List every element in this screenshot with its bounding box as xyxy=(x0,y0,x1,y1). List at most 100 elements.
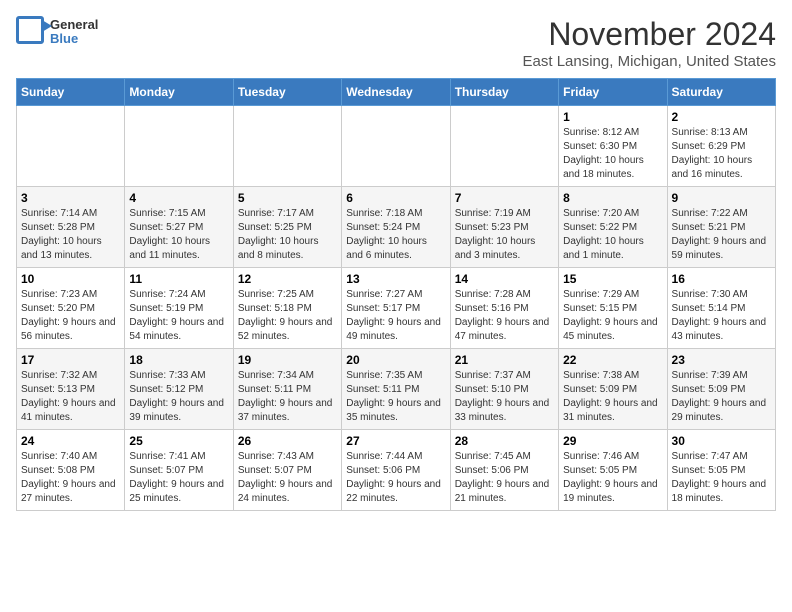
day-header-saturday: Saturday xyxy=(667,79,775,106)
logo-general: General xyxy=(50,18,98,32)
calendar-cell: 10 Sunrise: 7:23 AM Sunset: 5:20 PM Dayli… xyxy=(17,268,125,349)
month-title: November 2024 xyxy=(523,16,776,53)
day-number: 17 xyxy=(21,353,120,367)
calendar-cell: 9 Sunrise: 7:22 AM Sunset: 5:21 PM Daylig… xyxy=(667,187,775,268)
calendar-cell: 6Sunrise: 7:18 AM Sunset: 5:24 PM Daylig… xyxy=(342,187,450,268)
calendar-cell: 4 Sunrise: 7:15 AM Sunset: 5:27 PM Daylig… xyxy=(125,187,233,268)
day-number: 22 xyxy=(563,353,662,367)
location-title: East Lansing, Michigan, United States xyxy=(523,53,776,70)
logo: General Blue xyxy=(16,16,98,48)
day-info: Sunrise: 7:24 AM Sunset: 5:19 PM Dayligh… xyxy=(129,288,228,344)
day-number: 10 xyxy=(21,272,120,286)
day-number: 30 xyxy=(672,434,771,448)
day-number: 2 xyxy=(672,110,771,124)
calendar-cell: 15 Sunrise: 7:29 AM Sunset: 5:15 PM Dayli… xyxy=(559,268,667,349)
day-info: Sunrise: 7:15 AM Sunset: 5:27 PM Dayligh… xyxy=(129,207,228,263)
day-number: 4 xyxy=(129,191,228,205)
calendar-week-4: 17 Sunrise: 7:32 AM Sunset: 5:13 PM Dayli… xyxy=(17,349,776,430)
day-info: Sunrise: 7:45 AM Sunset: 5:06 PM Dayligh… xyxy=(455,450,554,506)
day-number: 19 xyxy=(238,353,337,367)
calendar-cell xyxy=(17,106,125,187)
day-info: Sunrise: 8:12 AM Sunset: 6:30 PM Dayligh… xyxy=(563,126,662,182)
calendar-cell xyxy=(450,106,558,187)
day-number: 9 xyxy=(672,191,771,205)
day-info: Sunrise: 7:33 AM Sunset: 5:12 PM Dayligh… xyxy=(129,369,228,425)
calendar-cell: 20Sunrise: 7:35 AM Sunset: 5:11 PM Dayli… xyxy=(342,349,450,430)
day-info: Sunrise: 7:20 AM Sunset: 5:22 PM Dayligh… xyxy=(563,207,662,263)
day-info: Sunrise: 7:17 AM Sunset: 5:25 PM Dayligh… xyxy=(238,207,337,263)
day-number: 6 xyxy=(346,191,445,205)
day-number: 12 xyxy=(238,272,337,286)
calendar-cell: 17 Sunrise: 7:32 AM Sunset: 5:13 PM Dayli… xyxy=(17,349,125,430)
calendar-cell: 1 Sunrise: 8:12 AM Sunset: 6:30 PM Daylig… xyxy=(559,106,667,187)
day-info: Sunrise: 7:40 AM Sunset: 5:08 PM Dayligh… xyxy=(21,450,120,506)
day-number: 8 xyxy=(563,191,662,205)
calendar-cell: 29 Sunrise: 7:46 AM Sunset: 5:05 PM Dayli… xyxy=(559,430,667,511)
day-info: Sunrise: 7:43 AM Sunset: 5:07 PM Dayligh… xyxy=(238,450,337,506)
day-info: Sunrise: 7:27 AM Sunset: 5:17 PM Dayligh… xyxy=(346,288,445,344)
day-info: Sunrise: 7:29 AM Sunset: 5:15 PM Dayligh… xyxy=(563,288,662,344)
calendar-cell: 19 Sunrise: 7:34 AM Sunset: 5:11 PM Dayli… xyxy=(233,349,341,430)
day-info: Sunrise: 7:41 AM Sunset: 5:07 PM Dayligh… xyxy=(129,450,228,506)
calendar-cell: 12Sunrise: 7:25 AM Sunset: 5:18 PM Dayli… xyxy=(233,268,341,349)
day-info: Sunrise: 8:13 AM Sunset: 6:29 PM Dayligh… xyxy=(672,126,771,182)
day-header-monday: Monday xyxy=(125,79,233,106)
calendar-week-3: 10 Sunrise: 7:23 AM Sunset: 5:20 PM Dayli… xyxy=(17,268,776,349)
day-info: Sunrise: 7:38 AM Sunset: 5:09 PM Dayligh… xyxy=(563,369,662,425)
day-header-sunday: Sunday xyxy=(17,79,125,106)
calendar-cell: 22 Sunrise: 7:38 AM Sunset: 5:09 PM Dayli… xyxy=(559,349,667,430)
calendar: SundayMondayTuesdayWednesdayThursdayFrid… xyxy=(16,78,776,511)
day-info: Sunrise: 7:47 AM Sunset: 5:05 PM Dayligh… xyxy=(672,450,771,506)
logo-text-area: General Blue xyxy=(16,16,98,48)
day-info: Sunrise: 7:28 AM Sunset: 5:16 PM Dayligh… xyxy=(455,288,554,344)
calendar-week-1: 1 Sunrise: 8:12 AM Sunset: 6:30 PM Daylig… xyxy=(17,106,776,187)
calendar-cell: 3 Sunrise: 7:14 AM Sunset: 5:28 PM Daylig… xyxy=(17,187,125,268)
logo-graphic xyxy=(16,16,48,48)
day-number: 23 xyxy=(672,353,771,367)
calendar-cell: 16 Sunrise: 7:30 AM Sunset: 5:14 PM Dayli… xyxy=(667,268,775,349)
calendar-cell: 25 Sunrise: 7:41 AM Sunset: 5:07 PM Dayli… xyxy=(125,430,233,511)
day-number: 16 xyxy=(672,272,771,286)
day-info: Sunrise: 7:34 AM Sunset: 5:11 PM Dayligh… xyxy=(238,369,337,425)
day-number: 14 xyxy=(455,272,554,286)
calendar-cell: 7Sunrise: 7:19 AM Sunset: 5:23 PM Daylig… xyxy=(450,187,558,268)
day-info: Sunrise: 7:39 AM Sunset: 5:09 PM Dayligh… xyxy=(672,369,771,425)
day-info: Sunrise: 7:30 AM Sunset: 5:14 PM Dayligh… xyxy=(672,288,771,344)
day-number: 1 xyxy=(563,110,662,124)
calendar-cell: 21 Sunrise: 7:37 AM Sunset: 5:10 PM Dayli… xyxy=(450,349,558,430)
day-number: 5 xyxy=(238,191,337,205)
day-number: 29 xyxy=(563,434,662,448)
calendar-cell: 13 Sunrise: 7:27 AM Sunset: 5:17 PM Dayli… xyxy=(342,268,450,349)
day-header-friday: Friday xyxy=(559,79,667,106)
calendar-cell: 2 Sunrise: 8:13 AM Sunset: 6:29 PM Daylig… xyxy=(667,106,775,187)
day-number: 15 xyxy=(563,272,662,286)
day-number: 28 xyxy=(455,434,554,448)
day-info: Sunrise: 7:14 AM Sunset: 5:28 PM Dayligh… xyxy=(21,207,120,263)
day-info: Sunrise: 7:32 AM Sunset: 5:13 PM Dayligh… xyxy=(21,369,120,425)
day-info: Sunrise: 7:37 AM Sunset: 5:10 PM Dayligh… xyxy=(455,369,554,425)
day-number: 21 xyxy=(455,353,554,367)
day-header-wednesday: Wednesday xyxy=(342,79,450,106)
title-area: November 2024 East Lansing, Michigan, Un… xyxy=(523,16,776,70)
day-number: 25 xyxy=(129,434,228,448)
calendar-header-row: SundayMondayTuesdayWednesdayThursdayFrid… xyxy=(17,79,776,106)
day-number: 3 xyxy=(21,191,120,205)
day-info: Sunrise: 7:23 AM Sunset: 5:20 PM Dayligh… xyxy=(21,288,120,344)
day-number: 7 xyxy=(455,191,554,205)
calendar-cell: 11 Sunrise: 7:24 AM Sunset: 5:19 PM Dayli… xyxy=(125,268,233,349)
day-info: Sunrise: 7:22 AM Sunset: 5:21 PM Dayligh… xyxy=(672,207,771,263)
day-number: 11 xyxy=(129,272,228,286)
calendar-cell: 30 Sunrise: 7:47 AM Sunset: 5:05 PM Dayli… xyxy=(667,430,775,511)
calendar-cell: 8 Sunrise: 7:20 AM Sunset: 5:22 PM Daylig… xyxy=(559,187,667,268)
day-info: Sunrise: 7:35 AM Sunset: 5:11 PM Dayligh… xyxy=(346,369,445,425)
calendar-cell: 26Sunrise: 7:43 AM Sunset: 5:07 PM Dayli… xyxy=(233,430,341,511)
calendar-week-2: 3 Sunrise: 7:14 AM Sunset: 5:28 PM Daylig… xyxy=(17,187,776,268)
calendar-cell xyxy=(342,106,450,187)
day-info: Sunrise: 7:46 AM Sunset: 5:05 PM Dayligh… xyxy=(563,450,662,506)
calendar-cell: 14 Sunrise: 7:28 AM Sunset: 5:16 PM Dayli… xyxy=(450,268,558,349)
day-header-thursday: Thursday xyxy=(450,79,558,106)
day-header-tuesday: Tuesday xyxy=(233,79,341,106)
day-number: 13 xyxy=(346,272,445,286)
calendar-cell: 5 Sunrise: 7:17 AM Sunset: 5:25 PM Daylig… xyxy=(233,187,341,268)
calendar-cell xyxy=(125,106,233,187)
